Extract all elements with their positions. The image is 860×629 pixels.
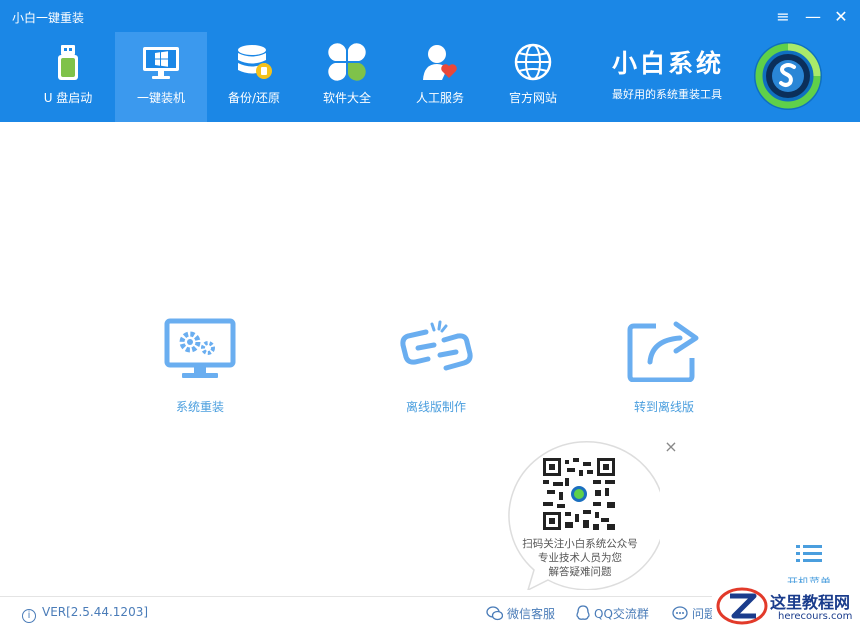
title-bar[interactable]: 小白一键重装 ≡ — ✕ bbox=[0, 0, 860, 32]
nav-item-website[interactable]: 官方网站 bbox=[487, 32, 579, 122]
qq-icon bbox=[576, 605, 590, 620]
info-icon: i bbox=[22, 609, 36, 623]
action-label: 系统重装 bbox=[175, 400, 224, 414]
broken-link-icon bbox=[400, 320, 473, 371]
list-icon bbox=[796, 545, 822, 562]
app-title: 小白一键重装 bbox=[12, 11, 85, 25]
version-text: VER[2.5.44.1203] bbox=[42, 605, 149, 619]
nav-label: 官方网站 bbox=[508, 91, 557, 105]
nav-label: 软件大全 bbox=[322, 91, 371, 105]
monitor-windows-icon bbox=[143, 47, 179, 79]
qr-code-icon bbox=[543, 458, 615, 530]
watermark: 这里教程网 herecours.com bbox=[712, 583, 860, 629]
popup-text: 扫码关注小白系统公众号 专业技术人员为您 解答疑难问题 bbox=[500, 537, 660, 579]
person-heart-icon bbox=[423, 45, 457, 80]
nav-label: 备份/还原 bbox=[227, 91, 281, 105]
menu-button[interactable]: ≡ bbox=[772, 6, 794, 28]
minimize-button[interactable]: — bbox=[802, 6, 824, 28]
nav-item-support[interactable]: 人工服务 bbox=[394, 32, 486, 122]
watermark-url: herecours.com bbox=[778, 611, 853, 622]
nav-label: 人工服务 bbox=[415, 91, 464, 105]
brand-slogan: 最好用的系统重装工具 bbox=[612, 88, 722, 101]
faq-link[interactable]: 问题 bbox=[672, 605, 716, 622]
action-label: 转到离线版 bbox=[633, 400, 694, 414]
popup-line: 扫码关注小白系统公众号 bbox=[522, 538, 638, 550]
action-go-offline[interactable]: 转到离线版 bbox=[594, 318, 734, 415]
xiaobai-logo-icon bbox=[754, 42, 822, 110]
nav-label: 一键装机 bbox=[136, 91, 185, 105]
popup-close-button[interactable]: × bbox=[662, 438, 680, 456]
monitor-gears-icon bbox=[164, 318, 236, 378]
brand-block: 小白系统 最好用的系统重装工具 bbox=[612, 44, 752, 102]
nav-item-software[interactable]: 软件大全 bbox=[301, 32, 393, 122]
action-offline-build[interactable]: 离线版制作 bbox=[366, 318, 506, 415]
nav-item-one-key-install[interactable]: 一键装机 bbox=[115, 32, 207, 122]
nav-item-backup-restore[interactable]: 备份/还原 bbox=[208, 32, 300, 122]
wechat-service-label: 微信客服 bbox=[507, 607, 556, 621]
brand-name: 小白系统 bbox=[612, 49, 725, 78]
nav-item-usb-boot[interactable]: U 盘启动 bbox=[22, 32, 114, 122]
action-system-reinstall[interactable]: 系统重装 bbox=[130, 318, 270, 415]
wechat-service-link[interactable]: 微信客服 bbox=[486, 605, 555, 622]
usb-drive-icon bbox=[58, 45, 78, 80]
nav-label: U 盘启动 bbox=[43, 91, 93, 105]
popup-line: 解答疑难问题 bbox=[548, 566, 612, 578]
software-clover-icon bbox=[328, 43, 366, 81]
header-bar: 小白一键重装 ≡ — ✕ U 盘启动 一键装机 备份/还原 软件大全 人工服务 … bbox=[0, 0, 860, 122]
watermark-logo-icon bbox=[716, 587, 768, 625]
globe-icon bbox=[514, 43, 552, 81]
qq-group-label: QQ交流群 bbox=[594, 607, 649, 621]
close-button[interactable]: ✕ bbox=[830, 6, 852, 28]
action-label: 离线版制作 bbox=[405, 400, 466, 414]
popup-line: 专业技术人员为您 bbox=[538, 552, 622, 564]
qq-group-link[interactable]: QQ交流群 bbox=[576, 605, 649, 622]
watermark-text: 这里教程网 bbox=[770, 593, 851, 612]
wechat-icon bbox=[486, 606, 503, 621]
chat-bubble-icon bbox=[672, 606, 688, 620]
database-backup-icon bbox=[238, 45, 272, 79]
share-arrow-icon bbox=[627, 321, 699, 382]
version-info[interactable]: i VER[2.5.44.1203] bbox=[22, 605, 148, 623]
